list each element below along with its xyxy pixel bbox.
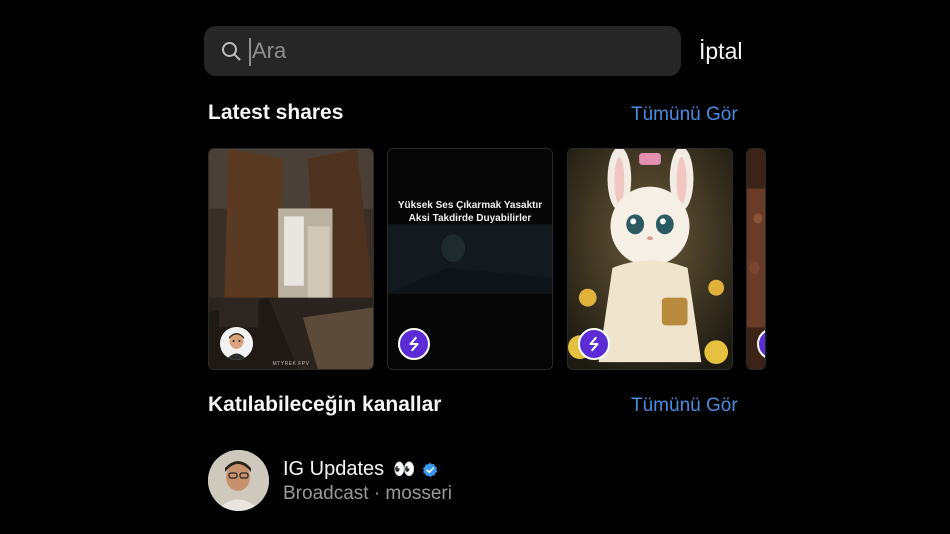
channel-subtitle: Broadcast · mosseri — [283, 483, 452, 504]
search-input[interactable] — [250, 28, 652, 74]
share-card[interactable] — [567, 148, 733, 370]
author-avatar[interactable] — [220, 327, 253, 360]
channels-title: Katılabileceğin kanallar — [208, 393, 442, 416]
threads-icon — [759, 330, 766, 358]
latest-shares-title: Latest shares — [208, 101, 344, 124]
eyes-emoji-icon: 👀 — [393, 459, 416, 479]
channel-item[interactable]: IG Updates 👀 — [283, 458, 438, 481]
search-icon — [222, 42, 241, 61]
channel-avatar[interactable] — [208, 450, 269, 511]
threads-badge[interactable] — [398, 328, 430, 360]
threads-icon — [409, 336, 419, 352]
card-watermark: MTYREK FPV — [272, 361, 310, 367]
latest-shares-see-all-link[interactable]: Tümünü Gör — [631, 104, 738, 126]
share-card[interactable]: Yüksek Ses Çıkarmak Yasaktır Aksi Takdir… — [387, 148, 553, 370]
verified-badge-icon — [422, 462, 437, 477]
channel-name: IG Updates — [283, 458, 385, 480]
text-caret — [249, 38, 251, 66]
channels-see-all-link[interactable]: Tümünü Gör — [631, 395, 738, 417]
avatar-icon — [208, 450, 269, 511]
threads-icon — [589, 336, 599, 352]
cancel-button[interactable]: İptal — [699, 38, 742, 65]
avatar-icon — [220, 327, 253, 360]
card-caption: Yüksek Ses Çıkarmak Yasaktır Aksi Takdir… — [397, 200, 543, 224]
threads-badge[interactable] — [578, 328, 610, 360]
threads-badge[interactable] — [757, 328, 766, 360]
share-card[interactable] — [746, 148, 766, 370]
share-card[interactable]: MTYREK FPV — [208, 148, 374, 370]
